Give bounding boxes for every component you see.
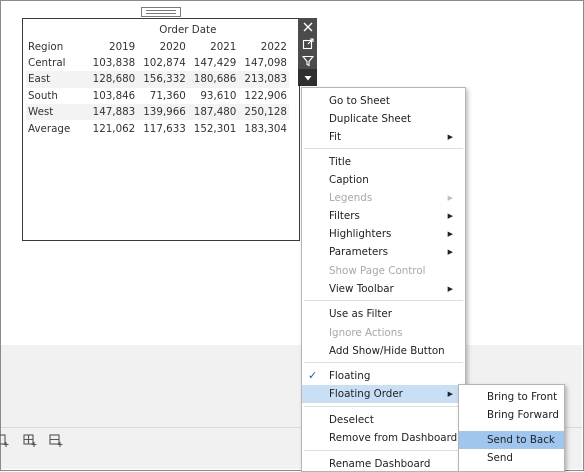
year-header: 2020 <box>159 40 186 53</box>
sales-value: 128,680 <box>86 71 138 88</box>
menu-item-filters[interactable]: Filters ▶ <box>302 207 465 225</box>
menu-item-title[interactable]: Title <box>302 153 465 171</box>
sales-value: 147,883 <box>86 103 138 121</box>
menu-item-go-to-sheet[interactable]: Go to Sheet <box>302 92 465 110</box>
menu-item-duplicate-sheet[interactable]: Duplicate Sheet <box>302 110 465 128</box>
menu-item-use-as-filter[interactable]: Use as Filter <box>302 305 465 323</box>
sales-value: 121,062 <box>92 122 136 135</box>
year-header: 2021 <box>210 40 237 53</box>
drag-handle[interactable] <box>141 7 181 17</box>
sales-value: 117,633 <box>143 122 186 135</box>
menu-item-show-page-control: Show Page Control <box>329 265 426 277</box>
sales-value: 183,304 <box>244 122 287 135</box>
submenu-arrow-icon: ▶ <box>447 230 453 238</box>
menu-item-deselect[interactable]: Deselect <box>302 411 465 429</box>
sales-value: 102,874 <box>143 56 186 69</box>
sheet-toolbar <box>298 18 317 86</box>
menu-item-floating-order[interactable]: Floating Order ▶ <box>302 385 465 403</box>
region-label: Average <box>28 122 71 135</box>
region-label: West <box>26 103 87 121</box>
checkmark-icon: ✓ <box>308 369 318 382</box>
sales-value: 71,360 <box>149 89 186 102</box>
row-header: Region <box>28 40 64 53</box>
year-header: 2019 <box>109 40 136 53</box>
region-label: South <box>28 89 58 102</box>
table-row[interactable]: West 147,883 139,966 187,480 250,128 <box>26 103 289 121</box>
submenu-arrow-icon: ▶ <box>447 133 453 141</box>
submenu-item-send-to-back[interactable]: Send to Back <box>459 431 564 449</box>
more-options-icon[interactable] <box>298 69 317 86</box>
sales-value: 187,480 <box>187 103 239 121</box>
table-row[interactable]: South 103,846 71,360 93,610 122,906 <box>26 88 289 104</box>
submenu-item-bring-forward[interactable]: Bring Forward <box>459 406 564 424</box>
sales-value: 156,332 <box>137 71 188 88</box>
add-tiled-container-icon[interactable] <box>22 432 38 448</box>
menu-separator <box>304 362 463 363</box>
table-row-average[interactable]: Average 121,062 117,633 152,301 183,304 <box>26 120 289 136</box>
filter-icon[interactable] <box>298 52 317 69</box>
menu-item-view-toolbar[interactable]: View Toolbar ▶ <box>302 280 465 298</box>
sales-value: 103,846 <box>92 89 136 102</box>
menu-item-add-show-hide-button[interactable]: Add Show/Hide Button <box>302 342 465 360</box>
menu-separator <box>304 148 463 149</box>
table-row[interactable]: Central 103,838 102,874 147,429 147,098 <box>26 55 289 71</box>
menu-item-parameters[interactable]: Parameters ▶ <box>302 243 465 261</box>
open-sheet-icon[interactable] <box>298 35 317 52</box>
floating-order-submenu: Bring to Front Bring Forward Send to Bac… <box>458 384 565 472</box>
crosstab-table: Order Date Region 2019 2020 2021 2022 Ce… <box>26 22 289 137</box>
sales-value: 250,128 <box>238 103 289 121</box>
sales-value: 103,838 <box>92 56 136 69</box>
sales-value: 213,083 <box>238 71 289 88</box>
add-layout-icon[interactable] <box>0 432 10 448</box>
add-vertical-container-icon[interactable] <box>48 432 64 448</box>
submenu-arrow-icon: ▶ <box>447 248 453 256</box>
submenu-arrow-icon: ▶ <box>447 212 453 220</box>
submenu-item-bring-to-front[interactable]: Bring to Front <box>459 388 564 406</box>
region-label: Central <box>28 56 66 69</box>
year-header: 2022 <box>260 40 287 53</box>
crosstab-sheet[interactable]: Order Date Region 2019 2020 2021 2022 Ce… <box>22 18 300 241</box>
submenu-arrow-icon: ▶ <box>447 194 453 202</box>
menu-item-rename-dashboard-item[interactable]: Rename Dashboard Item... <box>302 455 465 471</box>
context-menu: Go to Sheet Duplicate Sheet Fit ▶ Title … <box>301 87 466 472</box>
submenu-arrow-icon: ▶ <box>447 285 453 293</box>
table-row[interactable]: East 128,680 156,332 180,686 213,083 <box>26 71 289 88</box>
sales-value: 147,429 <box>193 56 237 69</box>
menu-item-fit[interactable]: Fit ▶ <box>302 128 465 146</box>
sales-value: 180,686 <box>187 71 239 88</box>
menu-separator <box>304 406 463 407</box>
sales-value: 93,610 <box>200 89 237 102</box>
sales-value: 147,098 <box>244 56 287 69</box>
menu-separator <box>304 450 463 451</box>
menu-item-legends: Legends ▶ <box>302 189 465 207</box>
submenu-arrow-icon: ▶ <box>447 390 453 398</box>
sales-value: 139,966 <box>137 103 188 121</box>
menu-item-caption[interactable]: Caption <box>302 171 465 189</box>
submenu-item-send-backward[interactable]: Send Backward <box>459 449 564 471</box>
menu-separator <box>304 300 463 301</box>
menu-item-floating[interactable]: ✓ Floating <box>302 367 465 385</box>
menu-item-highlighters[interactable]: Highlighters ▶ <box>302 225 465 243</box>
menu-item-ignore-actions: Ignore Actions <box>329 327 403 339</box>
close-icon[interactable] <box>298 18 317 35</box>
sales-value: 152,301 <box>193 122 237 135</box>
menu-item-remove-from-dashboard[interactable]: Remove from Dashboard <box>302 429 465 447</box>
region-label: East <box>26 71 87 88</box>
sales-value: 122,906 <box>244 89 287 102</box>
column-group-header: Order Date <box>159 24 217 37</box>
